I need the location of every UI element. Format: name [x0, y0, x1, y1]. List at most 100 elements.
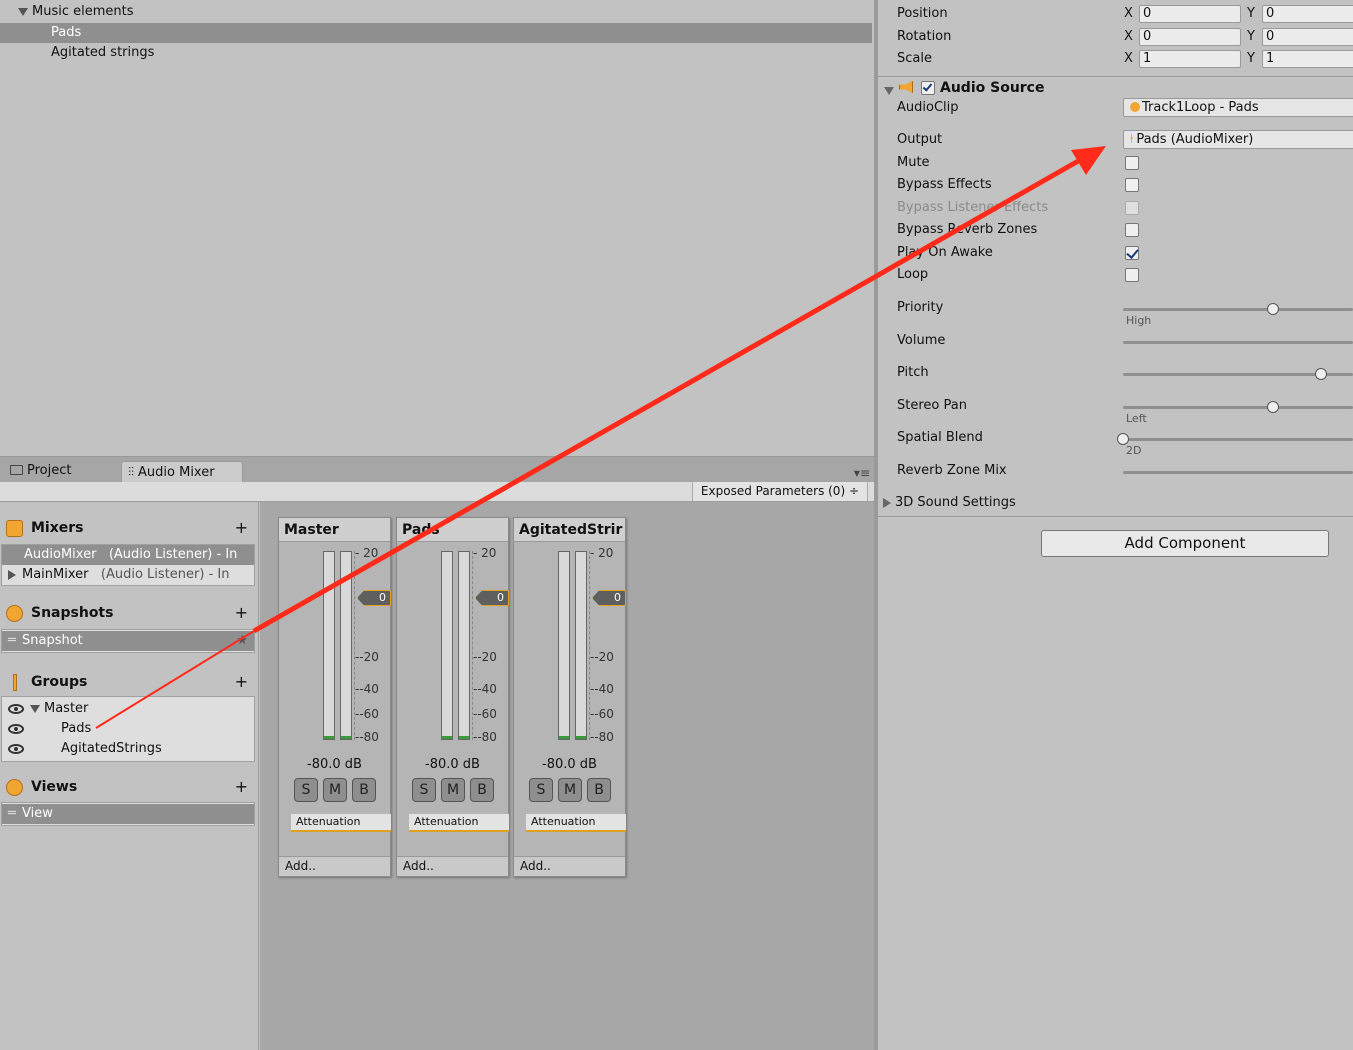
views-title: Views [31, 779, 78, 795]
meter-tick-label: --60 [473, 707, 497, 721]
view-eye-icon [6, 779, 23, 796]
add-mixer-button[interactable]: + [235, 517, 248, 539]
tab-audio-mixer[interactable]: ⫶⫶ Audio Mixer [121, 461, 243, 483]
spatial-blend-caption: 2D [1126, 444, 1142, 457]
rotation-label: Rotation [897, 29, 952, 44]
rotation-x-field[interactable]: 0 [1139, 28, 1241, 46]
volume-slider[interactable] [1123, 341, 1353, 344]
volume-fader-handle[interactable]: 0 [592, 590, 626, 606]
audio-source-title: Audio Source [940, 80, 1045, 96]
drag-handle-icon[interactable]: ═ [8, 631, 22, 651]
star-icon[interactable]: ★ [236, 631, 248, 651]
mixer-strip-pads[interactable]: Pads - 20 --20 --40 --60 --80 0 -80.0 dB S M B Atte… [396, 517, 509, 877]
stereo-pan-slider-handle[interactable] [1266, 401, 1279, 413]
position-y-field[interactable]: 0 [1262, 5, 1353, 23]
rotation-y-field[interactable]: 0 [1262, 28, 1353, 46]
expand-arrow-icon[interactable] [30, 704, 40, 713]
folder-icon [10, 465, 23, 475]
x-axis-label: X [1124, 29, 1133, 44]
add-effect-button[interactable]: Add.. [279, 856, 390, 876]
add-effect-button[interactable]: Add.. [397, 856, 508, 876]
y-axis-label: Y [1247, 51, 1255, 66]
position-x-field[interactable]: 0 [1139, 5, 1241, 23]
play-on-awake-checkbox[interactable] [1125, 246, 1139, 260]
solo-button[interactable]: S [529, 778, 553, 802]
reverb-zone-mix-slider[interactable] [1123, 471, 1353, 474]
drag-handle-icon[interactable]: ═ [8, 804, 22, 824]
loop-label: Loop [897, 267, 929, 282]
audioclip-value: Track1Loop - Pads [1142, 100, 1259, 115]
add-group-button[interactable]: + [235, 671, 248, 693]
stereo-pan-caption: Left [1126, 412, 1147, 425]
strip-title[interactable]: Master [279, 518, 390, 542]
volume-fader-handle[interactable]: 0 [475, 590, 509, 606]
strip-db-readout: -80.0 dB [425, 757, 480, 772]
expand-arrow-icon[interactable] [18, 7, 28, 16]
tab-project[interactable]: Project [4, 461, 114, 483]
panel-menu-icon[interactable]: ▾≡ [854, 466, 870, 480]
fold-arrow-icon[interactable] [884, 83, 898, 98]
hierarchy-item-agitated-strings[interactable]: Agitated strings [0, 43, 872, 63]
mixer-item-mainmixer[interactable]: MainMixer (Audio Listener) - In [2, 565, 254, 585]
mixer-strip-master[interactable]: Master - 20 --20 --40 --60 --80 0 -80.0 dB S M B At… [278, 517, 391, 877]
bypass-button[interactable]: B [352, 778, 376, 802]
hierarchy-group-music-elements[interactable]: Music elements [0, 2, 872, 22]
eye-icon[interactable] [8, 744, 24, 754]
view-item[interactable]: ═ View [2, 804, 254, 824]
mute-button[interactable]: M [441, 778, 465, 802]
bypass-listener-effects-label: Bypass Listener Effects [897, 200, 1049, 215]
bypass-reverb-zones-checkbox[interactable] [1125, 223, 1139, 237]
strip-title[interactable]: Pads [397, 518, 508, 542]
priority-slider[interactable] [1123, 308, 1353, 311]
audio-source-enabled-checkbox[interactable] [921, 81, 935, 95]
loop-checkbox[interactable] [1125, 268, 1139, 282]
bypass-button[interactable]: B [470, 778, 494, 802]
spatial-blend-slider[interactable] [1123, 438, 1353, 441]
eye-icon[interactable] [8, 724, 24, 734]
group-item-master[interactable]: Master [2, 699, 254, 719]
expand-arrow-icon[interactable] [8, 569, 16, 580]
mixer-sliders-icon: ⫶⫶ [128, 465, 135, 479]
audio-source-header[interactable]: Audio Source [878, 76, 1353, 98]
bypass-effects-checkbox[interactable] [1125, 178, 1139, 192]
scale-y-field[interactable]: 1 [1262, 50, 1353, 68]
mixer-item-audiomixer[interactable]: AudioMixer (Audio Listener) - In [2, 545, 254, 565]
scale-x-field[interactable]: 1 [1139, 50, 1241, 68]
solo-button[interactable]: S [294, 778, 318, 802]
mute-button[interactable]: M [558, 778, 582, 802]
pitch-slider-handle[interactable] [1314, 368, 1327, 380]
hierarchy-item-pads[interactable]: Pads [0, 23, 872, 43]
snapshots-list: ═ Snapshot ★ [1, 629, 255, 653]
audioclip-field[interactable]: Track1Loop - Pads [1123, 98, 1353, 117]
attenuation-effect[interactable]: Attenuation [526, 814, 626, 832]
snapshot-item[interactable]: ═ Snapshot ★ [2, 631, 254, 651]
attenuation-effect[interactable]: Attenuation [409, 814, 509, 832]
solo-button[interactable]: S [412, 778, 436, 802]
snapshot-camera-icon [6, 605, 23, 622]
output-value: Pads (AudioMixer) [1136, 132, 1254, 147]
add-effect-button[interactable]: Add.. [514, 856, 625, 876]
meter-tick-label: --80 [355, 730, 379, 744]
fold-arrow-icon[interactable] [883, 497, 891, 508]
mute-checkbox[interactable] [1125, 156, 1139, 170]
eye-icon[interactable] [8, 704, 24, 714]
add-component-button[interactable]: Add Component [1041, 530, 1329, 557]
mixer-strip-agitatedstrir[interactable]: AgitatedStrir - 20 --20 --40 --60 --80 0 -80.0 … [513, 517, 626, 877]
priority-slider-handle[interactable] [1266, 303, 1279, 315]
x-axis-label: X [1124, 6, 1133, 21]
add-snapshot-button[interactable]: + [235, 602, 248, 624]
bypass-button[interactable]: B [587, 778, 611, 802]
mute-button[interactable]: M [323, 778, 347, 802]
output-field[interactable]: ⍿ Pads (AudioMixer) [1123, 130, 1353, 149]
group-item-pads[interactable]: Pads [2, 719, 254, 739]
mixers-section-header: Mixers + [0, 517, 256, 539]
strip-title[interactable]: AgitatedStrir [514, 518, 625, 542]
3d-sound-settings-foldout[interactable]: 3D Sound Settings [883, 495, 1016, 511]
exposed-parameters-dropdown[interactable]: Exposed Parameters (0) ÷ [691, 482, 868, 501]
group-item-agitatedstrings[interactable]: AgitatedStrings [2, 739, 254, 759]
add-view-button[interactable]: + [235, 776, 248, 798]
volume-fader-handle[interactable]: 0 [357, 590, 391, 606]
stereo-pan-slider[interactable] [1123, 406, 1353, 409]
attenuation-effect[interactable]: Attenuation [291, 814, 391, 832]
meter-tick-label: --80 [473, 730, 497, 744]
